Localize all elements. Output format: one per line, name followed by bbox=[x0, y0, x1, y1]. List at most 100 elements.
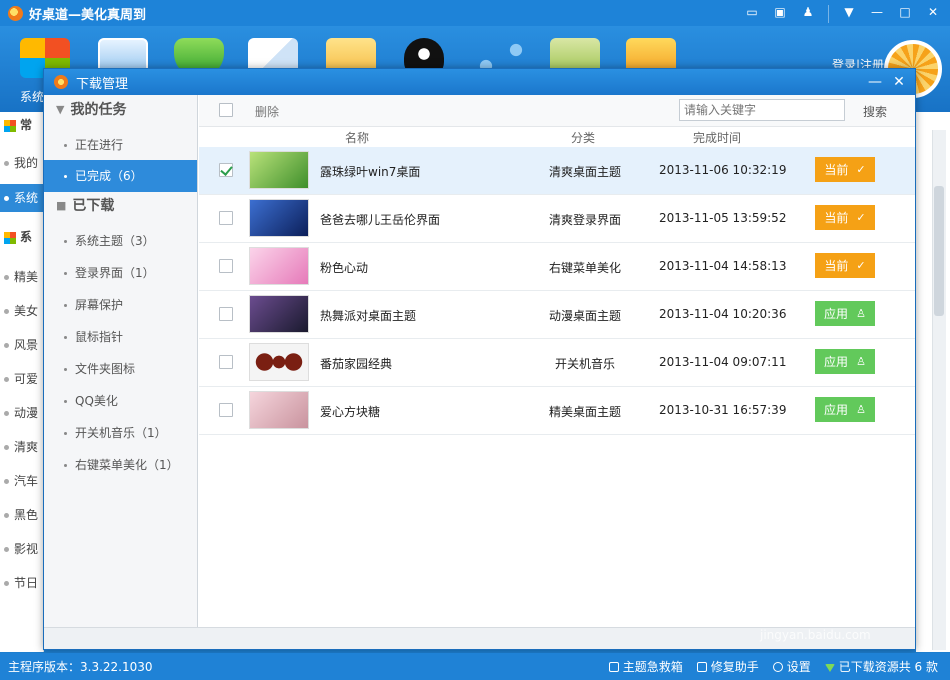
column-header-category: 分类 bbox=[571, 131, 596, 145]
nav-item-category[interactable]: 登录界面（1） bbox=[44, 257, 197, 289]
bg-sidebar-item[interactable]: 精美 bbox=[4, 268, 38, 285]
row-checkbox[interactable] bbox=[219, 259, 233, 273]
bullet-icon bbox=[64, 144, 67, 147]
bg-sidebar-item[interactable]: 清爽 bbox=[4, 438, 38, 455]
theme-thumbnail[interactable] bbox=[249, 391, 309, 429]
current-theme-button[interactable]: 当前 ✓ bbox=[815, 157, 875, 182]
nav-group-downloaded: ■ 已下载 bbox=[56, 191, 114, 221]
bg-sidebar-item[interactable]: 系 bbox=[4, 228, 32, 245]
nav-item-label: 登录界面（1） bbox=[75, 266, 155, 280]
nav-item-category[interactable]: 右键菜单美化（1） bbox=[44, 449, 197, 481]
apply-theme-button[interactable]: 应用 ♙ bbox=[815, 397, 875, 422]
bg-sidebar-item[interactable]: 汽车 bbox=[4, 472, 38, 489]
rescue-label: 主题急救箱 bbox=[622, 660, 683, 674]
bg-sidebar-item[interactable]: 黑色 bbox=[4, 506, 38, 523]
nav-group-my-tasks: ▼ 我的任务 bbox=[56, 95, 126, 125]
delete-button[interactable]: 删除 bbox=[255, 103, 279, 120]
theme-thumbnail[interactable] bbox=[249, 151, 309, 189]
message-icon[interactable]: ▣ bbox=[769, 3, 791, 21]
select-all-checkbox[interactable] bbox=[219, 103, 233, 117]
nav-item-category[interactable]: 屏幕保护 bbox=[44, 289, 197, 321]
current-theme-button[interactable]: 当前 ✓ bbox=[815, 205, 875, 230]
watermark-logo: Baidu经验 bbox=[726, 596, 883, 631]
bullet-icon bbox=[64, 272, 67, 275]
downloaded-count-link[interactable]: 已下载资源共 6 款 bbox=[824, 658, 938, 675]
skin-icon[interactable]: ▭ bbox=[741, 3, 763, 21]
row-checkbox[interactable] bbox=[219, 355, 233, 369]
bullet-icon bbox=[4, 377, 9, 382]
dialog-minimize-icon[interactable]: — bbox=[865, 72, 885, 92]
bullet-icon bbox=[64, 304, 67, 307]
rescue-icon bbox=[608, 662, 619, 672]
bg-sidebar-item[interactable]: 可爱 bbox=[4, 370, 38, 387]
windows-flag-icon bbox=[4, 119, 16, 132]
current-theme-button[interactable]: 当前 ✓ bbox=[815, 253, 875, 278]
bg-sidebar-item[interactable]: 我的 bbox=[4, 154, 38, 171]
table-row[interactable]: 粉色心动 右键菜单美化 2013-11-04 14:58:13 当前 ✓ bbox=[199, 243, 915, 291]
apply-theme-button[interactable]: 应用 ♙ bbox=[815, 349, 875, 374]
row-checkbox[interactable] bbox=[219, 211, 233, 225]
nav-item-completed[interactable]: 已完成（6） bbox=[44, 160, 197, 192]
nav-group-label: 已下载 bbox=[72, 198, 115, 214]
repair-link[interactable]: 修复助手 bbox=[696, 658, 759, 675]
column-header-name: 名称 bbox=[345, 131, 370, 145]
person-icon: ♙ bbox=[856, 403, 866, 416]
nav-item-in-progress[interactable]: 正在进行 bbox=[44, 129, 197, 161]
bullet-icon bbox=[64, 368, 67, 371]
table-row[interactable]: 热舞派对桌面主题 动漫桌面主题 2013-11-04 10:20:36 应用 ♙ bbox=[199, 291, 915, 339]
row-time: 2013-10-31 16:57:39 bbox=[659, 403, 787, 417]
bg-sidebar-item-label: 清爽 bbox=[14, 440, 39, 454]
toolbar-label-system[interactable]: 系统 bbox=[20, 88, 44, 105]
bullet-icon bbox=[64, 175, 67, 178]
row-checkbox[interactable] bbox=[219, 307, 233, 321]
bullet-icon bbox=[4, 161, 9, 166]
background-scrollbar-thumb[interactable] bbox=[934, 186, 944, 316]
nav-item-category[interactable]: QQ美化 bbox=[44, 385, 197, 417]
dialog-logo-icon bbox=[54, 75, 68, 89]
bg-sidebar-item[interactable]: 常 bbox=[4, 116, 32, 133]
bullet-icon bbox=[64, 400, 67, 403]
bullet-icon bbox=[4, 275, 9, 280]
bg-sidebar-item[interactable]: 美女 bbox=[4, 302, 38, 319]
nav-group-label: 我的任务 bbox=[70, 102, 127, 118]
rescue-link[interactable]: 主题急救箱 bbox=[608, 658, 683, 675]
table-row[interactable]: 番茄家园经典 开关机音乐 2013-11-04 09:07:11 应用 ♙ bbox=[199, 339, 915, 387]
theme-thumbnail[interactable] bbox=[249, 199, 309, 237]
bg-sidebar-item-label: 影视 bbox=[14, 542, 39, 556]
nav-item-category[interactable]: 文件夹图标 bbox=[44, 353, 197, 385]
person-icon: ♙ bbox=[856, 355, 866, 368]
row-checkbox[interactable] bbox=[219, 403, 233, 417]
minimize-icon[interactable]: — bbox=[866, 3, 888, 21]
search-input[interactable] bbox=[679, 99, 845, 121]
nav-item-label: 文件夹图标 bbox=[75, 362, 136, 376]
bg-sidebar-item[interactable]: 节日 bbox=[4, 574, 38, 591]
settings-link[interactable]: 设置 bbox=[772, 658, 811, 675]
bullet-icon bbox=[64, 432, 67, 435]
row-name: 热舞派对桌面主题 bbox=[320, 309, 417, 323]
repair-icon bbox=[696, 662, 707, 672]
dialog-close-icon[interactable]: ✕ bbox=[889, 72, 909, 92]
table-row[interactable]: 爱心方块糖 精美桌面主题 2013-10-31 16:57:39 应用 ♙ bbox=[199, 387, 915, 435]
bg-sidebar-item[interactable]: 风景 bbox=[4, 336, 38, 353]
table-row[interactable]: 露珠绿叶win7桌面 清爽桌面主题 2013-11-06 10:32:19 当前 ✓ bbox=[199, 147, 915, 195]
theme-thumbnail[interactable] bbox=[249, 343, 309, 381]
close-icon[interactable]: ✕ bbox=[922, 3, 944, 21]
bg-sidebar-item[interactable]: 影视 bbox=[4, 540, 38, 557]
nav-item-category[interactable]: 系统主题（3） bbox=[44, 225, 197, 257]
search-button[interactable]: 搜索 bbox=[863, 103, 887, 120]
bg-sidebar-item[interactable]: 动漫 bbox=[4, 404, 38, 421]
bg-sidebar-item-label: 黑色 bbox=[14, 508, 39, 522]
nav-item-category[interactable]: 开关机音乐（1） bbox=[44, 417, 197, 449]
shirt-icon[interactable]: ♟ bbox=[797, 3, 819, 21]
row-checkbox[interactable] bbox=[219, 163, 233, 177]
menu-dropdown-icon[interactable]: ▼ bbox=[838, 3, 860, 21]
nav-item-category[interactable]: 鼠标指针 bbox=[44, 321, 197, 353]
table-row[interactable]: 爸爸去哪儿王岳伦界面 清爽登录界面 2013-11-05 13:59:52 当前 ✓ bbox=[199, 195, 915, 243]
folder-small-icon: ■ bbox=[56, 199, 67, 212]
maximize-icon[interactable]: □ bbox=[894, 3, 916, 21]
bg-sidebar-item[interactable]: 系统 bbox=[0, 184, 44, 212]
apply-theme-button[interactable]: 应用 ♙ bbox=[815, 301, 875, 326]
theme-thumbnail[interactable] bbox=[249, 247, 309, 285]
theme-thumbnail[interactable] bbox=[249, 295, 309, 333]
row-time: 2013-11-04 10:20:36 bbox=[659, 307, 787, 321]
